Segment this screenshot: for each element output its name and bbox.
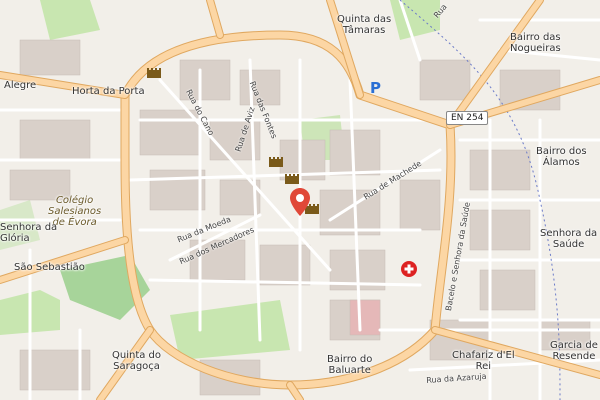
place-label-quinta-das-tamaras: Quinta das Tâmaras (337, 14, 392, 36)
place-label-senhora-left: Senhora da Glória (0, 222, 58, 244)
place-label-bairro-das-nogueiras: Bairro das Nogueiras (510, 32, 561, 54)
place-label-senhora-saude: Senhora da Saúde (540, 228, 598, 250)
place-label-horta-da-porta: Horta da Porta (72, 86, 145, 97)
place-label-quinta-do-saragoca: Quinta do Saragoça (112, 350, 162, 372)
place-label-chafariz-del-rei: Chafariz d'El Rei (452, 350, 515, 372)
place-label-bairro-dos-alamos: Bairro dos Álamos (536, 146, 587, 168)
place-label-alegre: Alegre (4, 80, 37, 91)
place-label-bairro-do-baluarte: Bairro do Baluarte (327, 354, 373, 376)
place-label-sao-sebastiao: São Sebastião (14, 262, 85, 273)
parking-icon[interactable]: P (370, 80, 384, 96)
map-view[interactable]: Quinta das Tâmaras Bairro das Nogueiras … (0, 0, 600, 400)
place-label-garcia-de-resende: Garcia de Resende (550, 340, 598, 362)
road-shield-en254: EN 254 (446, 111, 489, 125)
